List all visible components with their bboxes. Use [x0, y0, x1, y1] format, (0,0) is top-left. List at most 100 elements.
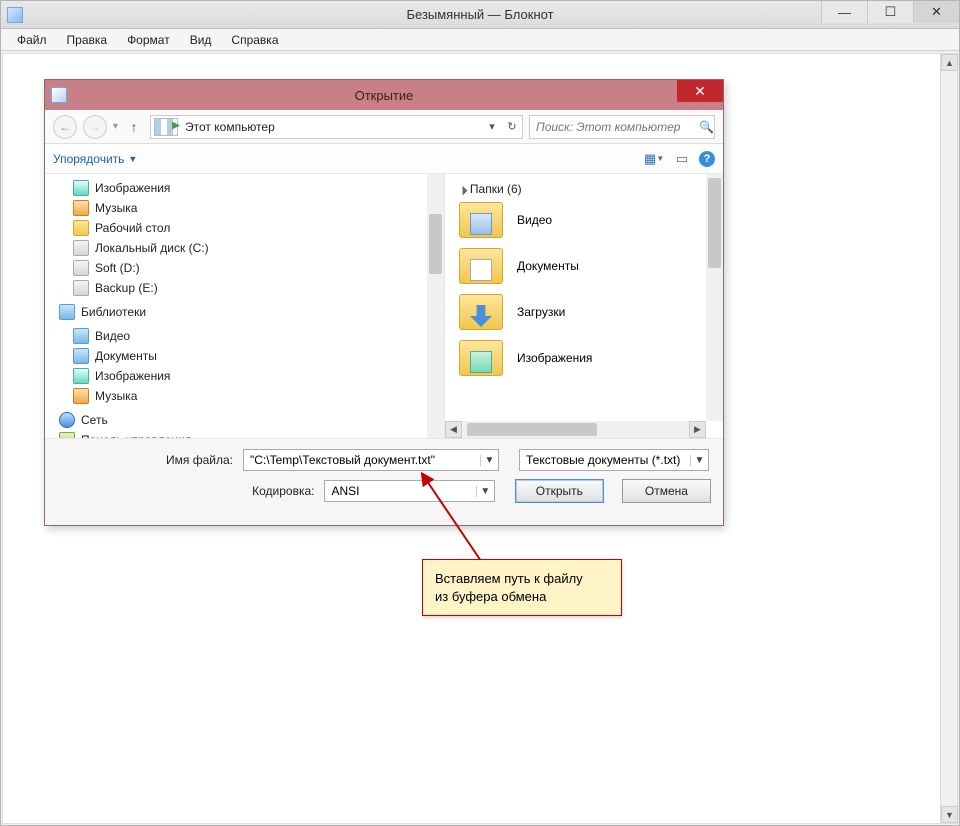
- organize-menu[interactable]: Упорядочить ▼: [53, 152, 137, 166]
- dialog-app-icon: [51, 87, 67, 103]
- scroll-down-icon[interactable]: ▼: [941, 806, 958, 823]
- chevron-down-icon[interactable]: ▼: [476, 486, 494, 497]
- drive-icon: [73, 280, 89, 296]
- filename-row: Имя файла: "C:\Temp\Текстовый документ.t…: [57, 449, 711, 471]
- network-icon: [59, 412, 75, 428]
- view-options-button[interactable]: ▦ ▼: [643, 148, 665, 170]
- organize-label: Упорядочить: [53, 152, 124, 166]
- tree-item-lib-pics[interactable]: Изображения: [73, 366, 444, 386]
- menu-view[interactable]: Вид: [180, 31, 222, 49]
- menu-file[interactable]: Файл: [7, 31, 57, 49]
- tree-item-drive-c[interactable]: Локальный диск (C:): [73, 238, 444, 258]
- refresh-icon[interactable]: ↻: [502, 120, 522, 133]
- folder-pictures[interactable]: Изображения: [459, 340, 709, 376]
- folder-icon: [459, 248, 503, 284]
- nav-forward-button[interactable]: →: [83, 115, 107, 139]
- pictures-icon: [73, 180, 89, 196]
- tree-item-desktop[interactable]: Рабочий стол: [73, 218, 444, 238]
- folder-documents[interactable]: Документы: [459, 248, 709, 284]
- tree-item-music[interactable]: Музыка: [73, 198, 444, 218]
- menu-help[interactable]: Справка: [221, 31, 288, 49]
- folder-video[interactable]: Видео: [459, 202, 709, 238]
- drive-icon: [73, 260, 89, 276]
- scroll-up-icon[interactable]: ▲: [941, 54, 958, 71]
- video-overlay-icon: [470, 213, 492, 235]
- music-lib-icon: [73, 388, 89, 404]
- dialog-toolbar: Упорядочить ▼ ▦ ▼ ▭ ?: [45, 144, 723, 174]
- minimize-button[interactable]: —: [821, 1, 867, 23]
- pics-lib-icon: [73, 368, 89, 384]
- music-icon: [73, 200, 89, 216]
- doc-overlay-icon: [470, 259, 492, 281]
- menu-edit[interactable]: Правка: [57, 31, 118, 49]
- address-dropdown-icon[interactable]: ▾: [482, 120, 502, 133]
- download-overlay-icon: [470, 305, 492, 327]
- nav-up-button[interactable]: ↑: [124, 117, 144, 137]
- tree-scrollbar[interactable]: [427, 174, 444, 438]
- picture-overlay-icon: [470, 351, 492, 373]
- encoding-row: Кодировка: ANSI ▼ Открыть Отмена: [57, 479, 711, 503]
- annotation-text-line2: из буфера обмена: [435, 588, 609, 606]
- nav-history-dropdown[interactable]: ▾: [113, 121, 118, 132]
- dialog-title: Открытие: [45, 88, 723, 103]
- filename-combo[interactable]: "C:\Temp\Текстовый документ.txt" ▼: [243, 449, 499, 471]
- section-folders[interactable]: Папки (6): [459, 182, 709, 196]
- scroll-left-icon[interactable]: ◀: [445, 421, 462, 438]
- filename-label: Имя файла:: [57, 453, 237, 467]
- cancel-button[interactable]: Отмена: [622, 479, 711, 503]
- tree-item-drive-d[interactable]: Soft (D:): [73, 258, 444, 278]
- search-icon[interactable]: 🔍: [699, 120, 714, 134]
- nav-back-button[interactable]: ←: [53, 115, 77, 139]
- desktop-icon: [73, 220, 89, 236]
- content-hscrollbar[interactable]: ◀ ▶: [445, 421, 706, 438]
- annotation-text-line1: Вставляем путь к файлу: [435, 570, 609, 588]
- dialog-body: Изображения Музыка Рабочий стол Локальны…: [45, 174, 723, 438]
- scroll-thumb[interactable]: [467, 423, 597, 436]
- video-lib-icon: [73, 328, 89, 344]
- folder-icon: [459, 202, 503, 238]
- address-text: Этот компьютер: [181, 120, 482, 134]
- content-pane[interactable]: Папки (6) Видео Документы Загрузки: [445, 174, 723, 438]
- close-button[interactable]: ✕: [913, 1, 959, 23]
- tree-item-drive-e[interactable]: Backup (E:): [73, 278, 444, 298]
- file-filter-value: Текстовые документы (*.txt): [520, 453, 690, 467]
- tree-item-pictures[interactable]: Изображения: [73, 178, 444, 198]
- tree-item-network[interactable]: Сеть: [59, 410, 444, 430]
- help-icon[interactable]: ?: [699, 151, 715, 167]
- tree-item-lib-music[interactable]: Музыка: [73, 386, 444, 406]
- maximize-button[interactable]: ☐: [867, 1, 913, 23]
- encoding-combo[interactable]: ANSI ▼: [324, 480, 494, 502]
- tree-item-lib-video[interactable]: Видео: [73, 326, 444, 346]
- chevron-down-icon[interactable]: ▼: [480, 455, 498, 466]
- editor-scrollbar[interactable]: ▲ ▼: [940, 54, 957, 823]
- open-button[interactable]: Открыть: [515, 479, 604, 503]
- search-box[interactable]: 🔍: [529, 115, 715, 139]
- file-filter-combo[interactable]: Текстовые документы (*.txt) ▼: [519, 449, 709, 471]
- tree-item-libraries[interactable]: Библиотеки: [59, 302, 444, 322]
- tree-item-control-panel[interactable]: Панель управления: [59, 430, 444, 438]
- filename-value[interactable]: "C:\Temp\Текстовый документ.txt": [244, 453, 480, 467]
- folder-icon: [459, 294, 503, 330]
- notepad-window: Безымянный — Блокнот — ☐ ✕ Файл Правка Ф…: [0, 0, 960, 826]
- navigation-tree[interactable]: Изображения Музыка Рабочий стол Локальны…: [45, 174, 445, 438]
- dialog-navbar: ← → ▾ ↑ Этот компьютер ▾ ↻ 🔍: [45, 110, 723, 144]
- open-file-dialog: Открытие ✕ ← → ▾ ↑ Этот компьютер ▾ ↻ 🔍 …: [44, 79, 724, 526]
- search-input[interactable]: [530, 120, 699, 134]
- dialog-footer: Имя файла: "C:\Temp\Текстовый документ.t…: [45, 438, 723, 525]
- encoding-value: ANSI: [325, 484, 475, 498]
- folder-downloads[interactable]: Загрузки: [459, 294, 709, 330]
- window-controls: — ☐ ✕: [821, 1, 959, 23]
- libraries-icon: [59, 304, 75, 320]
- content-vscrollbar[interactable]: [706, 174, 723, 421]
- chevron-down-icon: ▼: [128, 154, 137, 164]
- dialog-close-button[interactable]: ✕: [677, 80, 723, 102]
- dialog-titlebar: Открытие ✕: [45, 80, 723, 110]
- scroll-thumb[interactable]: [429, 214, 442, 274]
- menu-format[interactable]: Формат: [117, 31, 180, 49]
- scroll-right-icon[interactable]: ▶: [689, 421, 706, 438]
- preview-pane-button[interactable]: ▭: [671, 148, 693, 170]
- chevron-down-icon[interactable]: ▼: [690, 455, 708, 466]
- scroll-thumb[interactable]: [708, 178, 721, 268]
- tree-item-lib-docs[interactable]: Документы: [73, 346, 444, 366]
- address-bar[interactable]: Этот компьютер ▾ ↻: [150, 115, 523, 139]
